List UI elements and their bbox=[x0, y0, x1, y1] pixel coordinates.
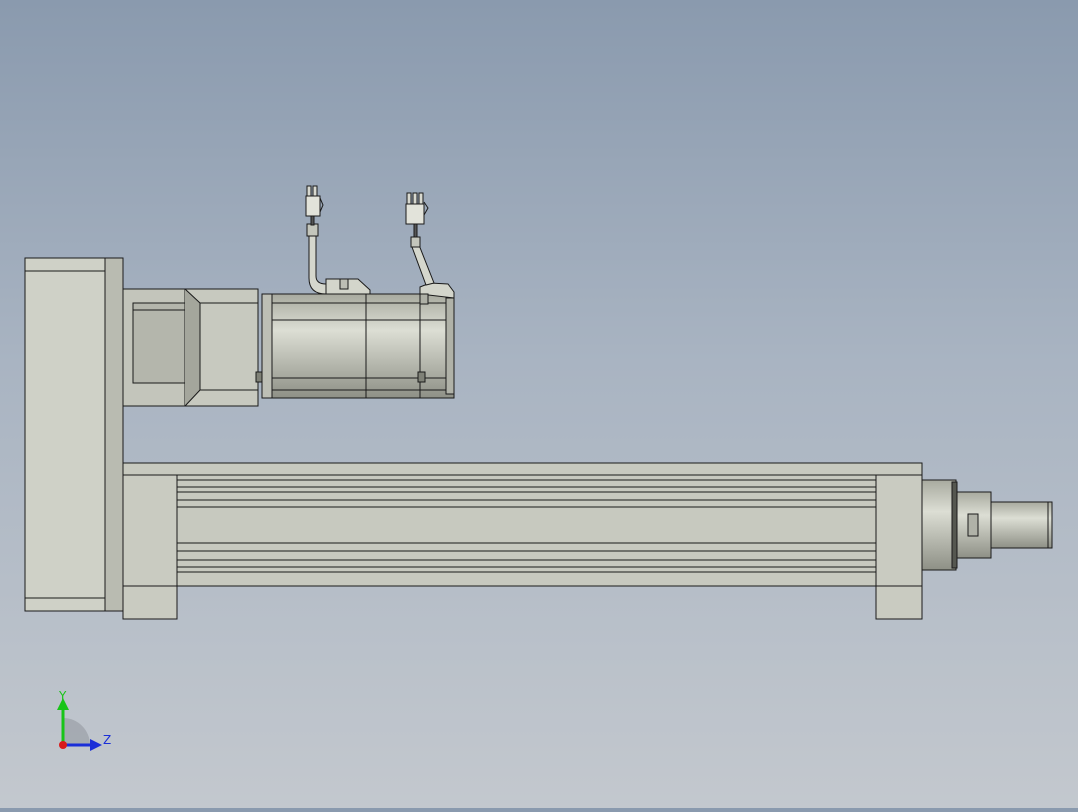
x-axis-dot-icon bbox=[59, 741, 67, 749]
coordinate-triad: Y Z bbox=[57, 689, 111, 751]
power-cable bbox=[305, 185, 327, 295]
z-axis-label: Z bbox=[103, 733, 111, 747]
cad-viewport[interactable]: Y Z bbox=[0, 0, 1078, 808]
piston-rod-end bbox=[921, 479, 1053, 571]
servo-motor bbox=[261, 293, 455, 399]
mounting-plate bbox=[24, 257, 124, 612]
actuator-body bbox=[122, 462, 923, 620]
encoder-cable bbox=[405, 192, 435, 286]
model-canvas: Y Z bbox=[24, 185, 1053, 751]
coupling-flange bbox=[122, 288, 264, 407]
y-axis-label: Y bbox=[58, 689, 67, 703]
